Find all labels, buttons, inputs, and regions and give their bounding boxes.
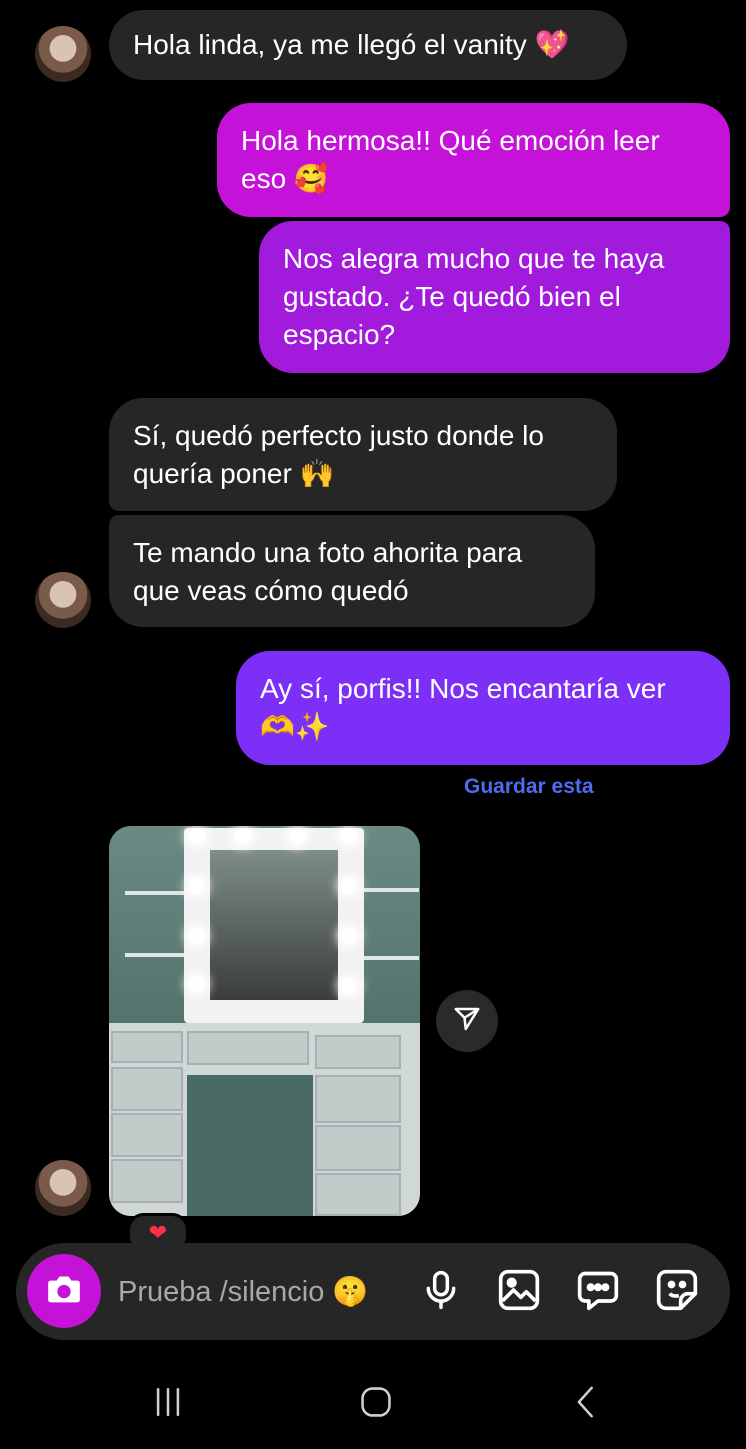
message-bubble-incoming[interactable]: Hola linda, ya me llegó el vanity 💖	[109, 10, 627, 80]
drawer	[315, 1075, 401, 1123]
sticker-button[interactable]	[652, 1267, 702, 1317]
vanity-mirror	[184, 828, 364, 1023]
gallery-button[interactable]	[494, 1267, 544, 1317]
avatar[interactable]	[35, 1160, 91, 1216]
camera-icon	[44, 1269, 84, 1314]
bulb	[341, 928, 357, 944]
message-bubble-outgoing[interactable]: Hola hermosa!! Qué emoción leer eso 🥰	[217, 103, 730, 217]
share-button[interactable]	[436, 990, 498, 1052]
mirror-glass	[210, 850, 338, 1000]
bulb	[235, 828, 251, 844]
message-bubble-outgoing[interactable]: Nos alegra mucho que te haya gustado. ¿T…	[259, 221, 730, 373]
bulb	[189, 828, 205, 844]
knee-space	[187, 1075, 313, 1216]
drawer	[111, 1113, 183, 1157]
drawer	[111, 1031, 183, 1063]
drawer	[111, 1067, 183, 1111]
back-icon	[569, 1385, 603, 1424]
message-input[interactable]: Prueba /silencio 🤫	[118, 1275, 369, 1309]
camera-button[interactable]	[27, 1254, 101, 1328]
recents-icon	[151, 1385, 185, 1424]
avatar[interactable]	[35, 26, 91, 82]
message-bubble-outgoing[interactable]: Ay sí, porfis!! Nos encantaría ver 🫶✨	[236, 651, 730, 765]
shelf	[125, 953, 187, 957]
message-bubble-incoming[interactable]: Sí, quedó perfecto justo donde lo quería…	[109, 398, 617, 511]
microphone-button[interactable]	[416, 1267, 466, 1317]
home-button[interactable]	[351, 1382, 401, 1426]
sticker-icon	[655, 1268, 699, 1317]
message-composer[interactable]: Prueba /silencio 🤫	[16, 1243, 730, 1340]
chat-bubble-icon	[576, 1268, 620, 1317]
photo-message[interactable]	[109, 826, 420, 1216]
home-icon	[359, 1385, 393, 1424]
system-navigation-bar	[0, 1360, 746, 1449]
drawer	[315, 1125, 401, 1171]
shelf	[359, 956, 419, 960]
drawer	[111, 1159, 183, 1203]
vanity-desk	[109, 1023, 420, 1216]
send-icon	[452, 1004, 482, 1039]
drawer	[315, 1173, 401, 1216]
gallery-icon	[497, 1268, 541, 1317]
avatar[interactable]	[35, 572, 91, 628]
bulb	[289, 828, 305, 844]
drawer	[187, 1031, 309, 1065]
chat-bubble-button[interactable]	[573, 1267, 623, 1317]
save-link[interactable]: Guardar esta	[464, 775, 594, 799]
message-bubble-incoming[interactable]: Te mando una foto ahorita para que veas …	[109, 515, 595, 627]
bulb	[189, 878, 205, 894]
back-button[interactable]	[561, 1382, 611, 1426]
bulb	[341, 828, 357, 844]
bulb	[189, 976, 205, 992]
bulb	[341, 878, 357, 894]
shelf	[125, 891, 187, 895]
bulb	[341, 978, 357, 994]
shelf	[359, 888, 419, 892]
bulb	[189, 928, 205, 944]
recents-button[interactable]	[143, 1382, 193, 1426]
microphone-icon	[422, 1269, 460, 1316]
drawer	[315, 1035, 401, 1069]
